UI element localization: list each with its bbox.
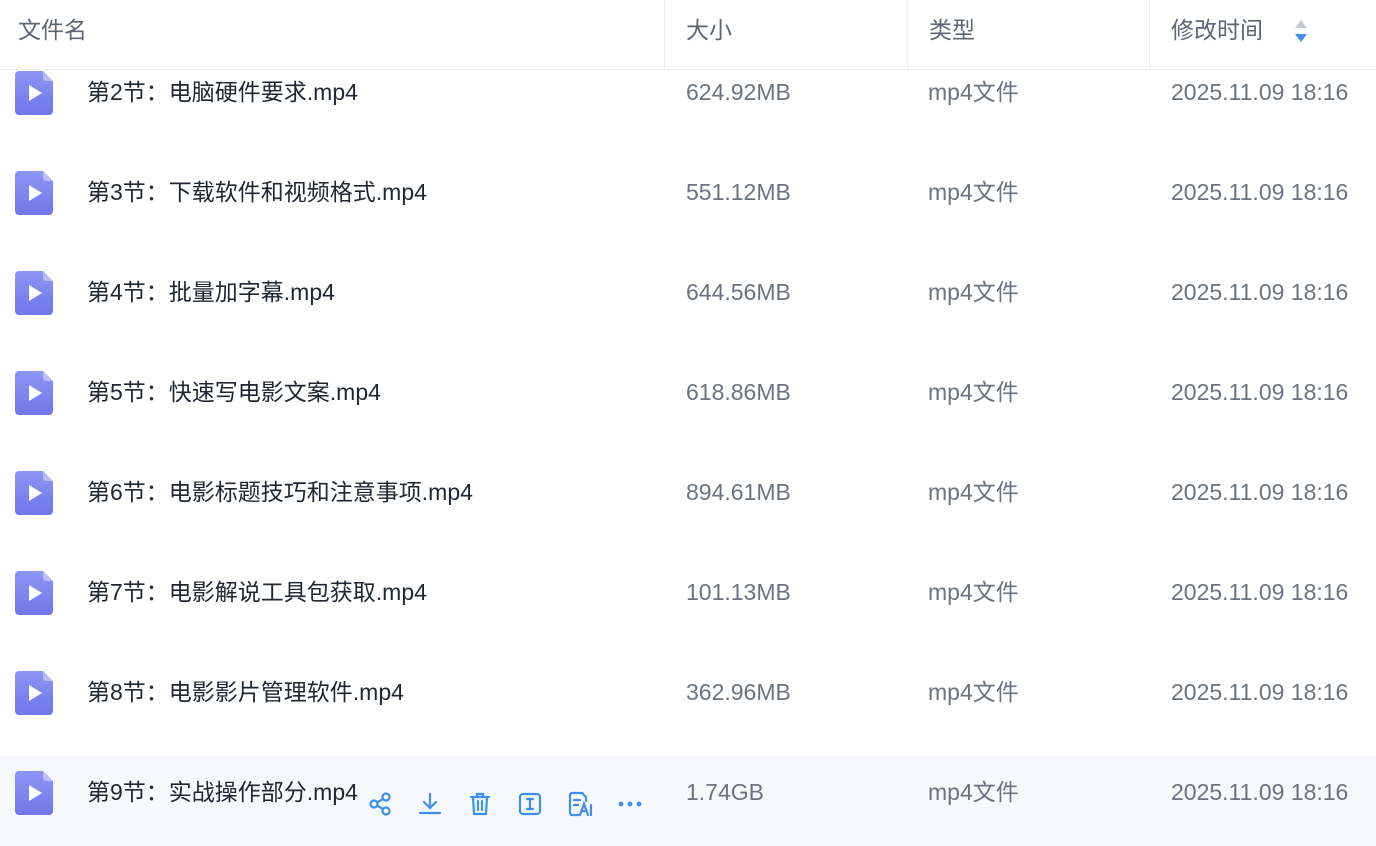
table-row[interactable]: 第5节：快速写电影文案.mp4 618.86MB mp4文件 2025.11.0…	[0, 356, 1376, 456]
table-row[interactable]: 第7节：电影解说工具包获取.mp4 101.13MB mp4文件 2025.11…	[0, 556, 1376, 656]
ai-summary-icon	[568, 791, 593, 817]
file-modified-time: 2025.11.09 18:16	[1171, 179, 1349, 205]
file-modified-time: 2025.11.09 18:16	[1171, 379, 1349, 405]
download-icon	[418, 792, 442, 815]
file-type: mp4文件	[928, 279, 1019, 305]
file-name[interactable]: 第9节：实战操作部分.mp4	[87, 772, 359, 812]
file-name[interactable]: 第8节：电影影片管理软件.mp4	[87, 672, 404, 712]
video-file-icon	[15, 671, 53, 715]
table-row[interactable]: 第8节：电影影片管理软件.mp4 362.96MB mp4文件 2025.11.…	[0, 656, 1376, 756]
ai-summary-button[interactable]	[566, 790, 594, 818]
table-row[interactable]: 第3节：下载软件和视频格式.mp4 551.12MB mp4文件 2025.11…	[0, 156, 1376, 256]
file-size: 1.74GB	[686, 779, 764, 805]
file-type: mp4文件	[928, 79, 1019, 105]
video-file-icon	[15, 571, 53, 615]
file-modified-time: 2025.11.09 18:16	[1171, 479, 1349, 505]
file-name[interactable]: 第3节：下载软件和视频格式.mp4	[87, 172, 427, 212]
file-name[interactable]: 第7节：电影解说工具包获取.mp4	[87, 572, 427, 612]
table-row[interactable]: 第2节：电脑硬件要求.mp4 624.92MB mp4文件 2025.11.09…	[0, 56, 1376, 156]
delete-icon	[469, 792, 491, 816]
file-type: mp4文件	[928, 579, 1019, 605]
file-modified-time: 2025.11.09 18:16	[1171, 579, 1349, 605]
share-button[interactable]	[366, 790, 394, 818]
file-type: mp4文件	[928, 779, 1019, 805]
file-type: mp4文件	[928, 179, 1019, 205]
video-file-icon	[15, 271, 53, 315]
file-name[interactable]: 第5节：快速写电影文案.mp4	[87, 372, 381, 412]
table-row[interactable]: 第9节：实战操作部分.mp4 1.74GB mp4文件 2025.11.09 1…	[0, 756, 1376, 846]
file-table: 文件名 大小 类型 修改时间 第2节：电脑硬件要求.mp4 624.92MB m…	[0, 0, 1376, 846]
delete-button[interactable]	[466, 790, 494, 818]
file-modified-time: 2025.11.09 18:16	[1171, 779, 1349, 805]
file-size: 362.96MB	[686, 679, 791, 705]
video-file-icon	[15, 371, 53, 415]
file-name[interactable]: 第4节：批量加字幕.mp4	[87, 272, 335, 312]
table-row[interactable]: 第6节：电影标题技巧和注意事项.mp4 894.61MB mp4文件 2025.…	[0, 456, 1376, 556]
video-file-icon	[15, 71, 53, 115]
video-file-icon	[15, 771, 53, 815]
more-icon	[618, 801, 642, 807]
file-name[interactable]: 第2节：电脑硬件要求.mp4	[87, 72, 358, 112]
file-size: 101.13MB	[686, 579, 791, 605]
file-name[interactable]: 第6节：电影标题技巧和注意事项.mp4	[87, 472, 473, 512]
file-type: mp4文件	[928, 679, 1019, 705]
file-size: 624.92MB	[686, 79, 791, 105]
sort-desc-icon[interactable]	[1293, 18, 1309, 44]
share-icon	[369, 792, 391, 816]
download-button[interactable]	[416, 790, 444, 818]
file-modified-time: 2025.11.09 18:16	[1171, 79, 1349, 105]
rename-icon	[518, 792, 542, 816]
file-size: 618.86MB	[686, 379, 791, 405]
file-type: mp4文件	[928, 479, 1019, 505]
file-modified-time: 2025.11.09 18:16	[1171, 279, 1349, 305]
file-size: 551.12MB	[686, 179, 791, 205]
table-row[interactable]: 第4节：批量加字幕.mp4 644.56MB mp4文件 2025.11.09 …	[0, 256, 1376, 356]
file-size: 644.56MB	[686, 279, 791, 305]
file-size: 894.61MB	[686, 479, 791, 505]
file-type: mp4文件	[928, 379, 1019, 405]
video-file-icon	[15, 171, 53, 215]
more-button[interactable]	[616, 790, 644, 818]
video-file-icon	[15, 471, 53, 515]
file-modified-time: 2025.11.09 18:16	[1171, 679, 1349, 705]
rename-button[interactable]	[516, 790, 544, 818]
